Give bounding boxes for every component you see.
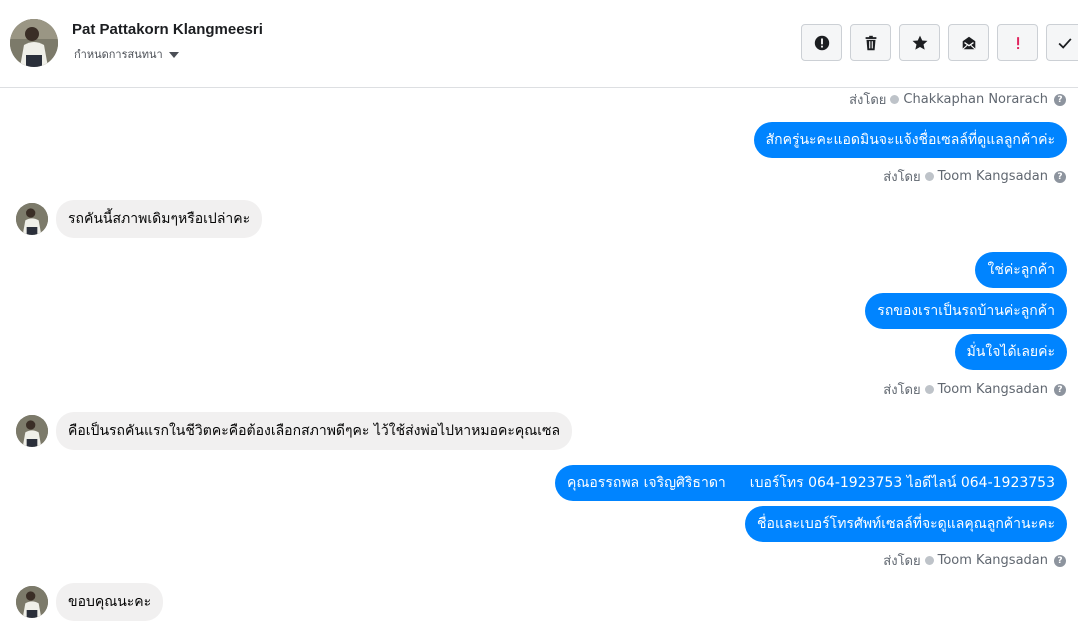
sender-name[interactable]: Toom Kangsadan	[938, 382, 1048, 397]
help-icon[interactable]: ?	[1054, 93, 1066, 106]
incoming-message[interactable]: คือเป็นรถคันแรกในชีวิตคะคือต้องเลือกสภาพ…	[56, 412, 573, 450]
sent-by-label: ส่งโดย	[883, 383, 921, 398]
sent-by-line: ส่งโดย Chakkaphan Norarach ?	[849, 89, 1066, 110]
conversation-header: Pat Pattakorn Klangmeesri กำหนดการสนทนา	[0, 0, 1078, 88]
sender-status-icon	[890, 95, 900, 104]
contact-avatar-small[interactable]	[16, 203, 48, 235]
mark-unread-button[interactable]	[948, 24, 989, 61]
outgoing-message[interactable]: คุณอรรถพล เจริญศิริธาดา เบอร์โทร 064-192…	[555, 465, 1067, 501]
sent-by-label: ส่งโดย	[883, 170, 921, 185]
trash-icon	[865, 35, 876, 50]
conversation-settings-dropdown[interactable]: กำหนดการสนทนา	[74, 45, 179, 63]
conversation-settings-label: กำหนดการสนทนา	[74, 48, 163, 61]
help-icon[interactable]: ?	[1054, 554, 1066, 567]
outgoing-message[interactable]: ใช่ค่ะลูกค้า	[975, 252, 1067, 288]
caret-down-icon	[168, 51, 179, 58]
mark-unread-icon	[961, 36, 976, 50]
incoming-message-row: ขอบคุณนะคะ	[16, 583, 164, 621]
sent-by-label: ส่งโดย	[883, 554, 921, 569]
sent-by-label: ส่งโดย	[849, 93, 887, 108]
contact-avatar-small[interactable]	[16, 415, 48, 447]
sender-name[interactable]: Toom Kangsadan	[938, 553, 1048, 568]
star-button[interactable]	[899, 24, 940, 61]
help-icon[interactable]: ?	[1054, 383, 1066, 396]
sender-name[interactable]: Toom Kangsadan	[938, 169, 1048, 184]
sent-by-line: ส่งโดย Toom Kangsadan ?	[883, 379, 1066, 400]
avatar-image	[16, 586, 48, 618]
contact-name[interactable]: Pat Pattakorn Klangmeesri	[72, 21, 263, 38]
incoming-message-row: คือเป็นรถคันแรกในชีวิตคะคือต้องเลือกสภาพ…	[16, 412, 573, 450]
sender-status-icon	[924, 385, 934, 394]
report-button[interactable]	[801, 24, 842, 61]
important-icon	[1016, 36, 1019, 49]
incoming-message[interactable]: รถคันนี้สภาพเดิมๆหรือเปล่าคะ	[56, 200, 263, 238]
incoming-message[interactable]: ขอบคุณนะคะ	[56, 583, 164, 621]
check-icon	[1058, 37, 1072, 49]
help-icon[interactable]: ?	[1054, 170, 1066, 183]
sender-status-icon	[924, 556, 934, 565]
contact-avatar[interactable]	[10, 19, 58, 67]
done-button[interactable]	[1046, 24, 1078, 61]
outgoing-message[interactable]: ชื่อและเบอร์โทรศัพท์เซลล์ที่จะดูแลคุณลูก…	[745, 506, 1067, 542]
sent-by-line: ส่งโดย Toom Kangsadan ?	[883, 166, 1066, 187]
sender-name[interactable]: Chakkaphan Norarach	[903, 92, 1048, 107]
outgoing-message[interactable]: มั่นใจได้เลยค่ะ	[954, 334, 1067, 370]
incoming-message-row: รถคันนี้สภาพเดิมๆหรือเปล่าคะ	[16, 200, 263, 238]
avatar-image	[16, 415, 48, 447]
message-thread: ส่งโดย Chakkaphan Norarach ? สักครู่นะคะ…	[0, 88, 1078, 634]
report-icon	[814, 35, 829, 50]
outgoing-message[interactable]: สักครู่นะคะแอดมินจะแจ้งชื่อเซลล์ที่ดูแลล…	[753, 122, 1067, 158]
delete-button[interactable]	[850, 24, 891, 61]
contact-avatar-small[interactable]	[16, 586, 48, 618]
avatar-image	[16, 203, 48, 235]
outgoing-message[interactable]: รถของเราเป็นรถบ้านค่ะลูกค้า	[865, 293, 1067, 329]
sender-status-icon	[924, 172, 934, 181]
sales-name: คุณอรรถพล เจริญศิริธาดา	[567, 475, 726, 491]
star-icon	[912, 35, 927, 50]
avatar-image	[10, 19, 58, 67]
conversation-actions	[801, 24, 1078, 61]
important-button[interactable]	[997, 24, 1038, 61]
sales-phone: เบอร์โทร 064-1923753 ไอดีไลน์ 064-192375…	[749, 475, 1055, 491]
sent-by-line: ส่งโดย Toom Kangsadan ?	[883, 550, 1066, 571]
